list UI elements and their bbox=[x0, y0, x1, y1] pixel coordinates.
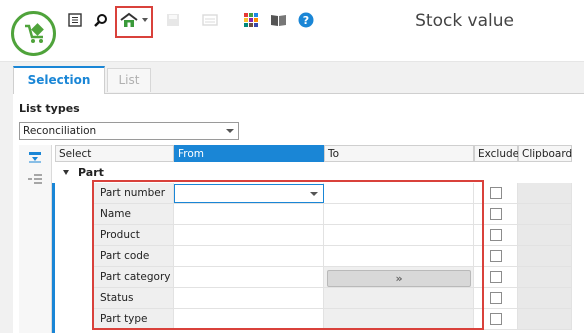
save-icon bbox=[162, 9, 184, 31]
list-types-select[interactable]: Reconciliation bbox=[19, 122, 239, 140]
column-header-from[interactable]: From bbox=[174, 145, 324, 162]
collapse-triangle-icon[interactable] bbox=[63, 170, 69, 175]
column-header-exclude[interactable]: Exclude bbox=[474, 145, 519, 162]
card-icon bbox=[199, 9, 221, 31]
select-all-icon[interactable] bbox=[26, 150, 44, 164]
exclude-checkbox[interactable] bbox=[489, 292, 502, 304]
column-header-to[interactable]: To bbox=[324, 145, 474, 162]
exclude-checkbox[interactable] bbox=[489, 208, 502, 220]
exclude-checkbox[interactable] bbox=[489, 229, 502, 241]
exclude-checkbox[interactable] bbox=[489, 250, 502, 262]
tab-selection[interactable]: Selection bbox=[13, 66, 105, 94]
book-icon[interactable] bbox=[267, 9, 289, 31]
chevron-down-icon bbox=[226, 129, 234, 133]
clipboard-cell[interactable] bbox=[518, 246, 572, 267]
exclude-checkbox[interactable] bbox=[489, 271, 502, 283]
clipboard-cell[interactable] bbox=[518, 183, 572, 204]
home-icon[interactable] bbox=[118, 9, 140, 31]
clipboard-cell[interactable] bbox=[518, 309, 572, 330]
tab-list[interactable]: List bbox=[107, 68, 151, 92]
chevron-down-icon[interactable] bbox=[139, 9, 151, 31]
column-header-select[interactable]: Select bbox=[55, 145, 174, 162]
clipboard-cell[interactable] bbox=[518, 225, 572, 246]
clipboard-cell[interactable] bbox=[518, 288, 572, 309]
collapse-list-icon[interactable] bbox=[26, 172, 44, 186]
highlight-box bbox=[92, 180, 484, 330]
search-icon[interactable] bbox=[89, 9, 111, 31]
color-grid-icon[interactable] bbox=[240, 9, 262, 31]
help-icon[interactable]: ? bbox=[295, 9, 317, 31]
exclude-checkbox[interactable] bbox=[489, 187, 502, 199]
list-icon[interactable] bbox=[64, 9, 86, 31]
clipboard-cell[interactable] bbox=[518, 204, 572, 225]
grid-side-toolbar bbox=[19, 145, 52, 333]
window-title: Stock value bbox=[415, 11, 514, 31]
exclude-checkbox[interactable] bbox=[489, 313, 502, 325]
logo-icon bbox=[25, 23, 44, 43]
app-logo[interactable] bbox=[11, 11, 56, 56]
list-types-label: List types bbox=[19, 102, 80, 115]
toolbar bbox=[0, 0, 584, 62]
row-indicator bbox=[52, 183, 55, 333]
svg-text:?: ? bbox=[303, 14, 309, 27]
list-types-value: Reconciliation bbox=[23, 125, 97, 137]
group-header-part: Part bbox=[78, 166, 104, 179]
clipboard-cell[interactable] bbox=[518, 267, 572, 288]
column-header-clipboard[interactable]: Clipboard bbox=[518, 145, 572, 162]
